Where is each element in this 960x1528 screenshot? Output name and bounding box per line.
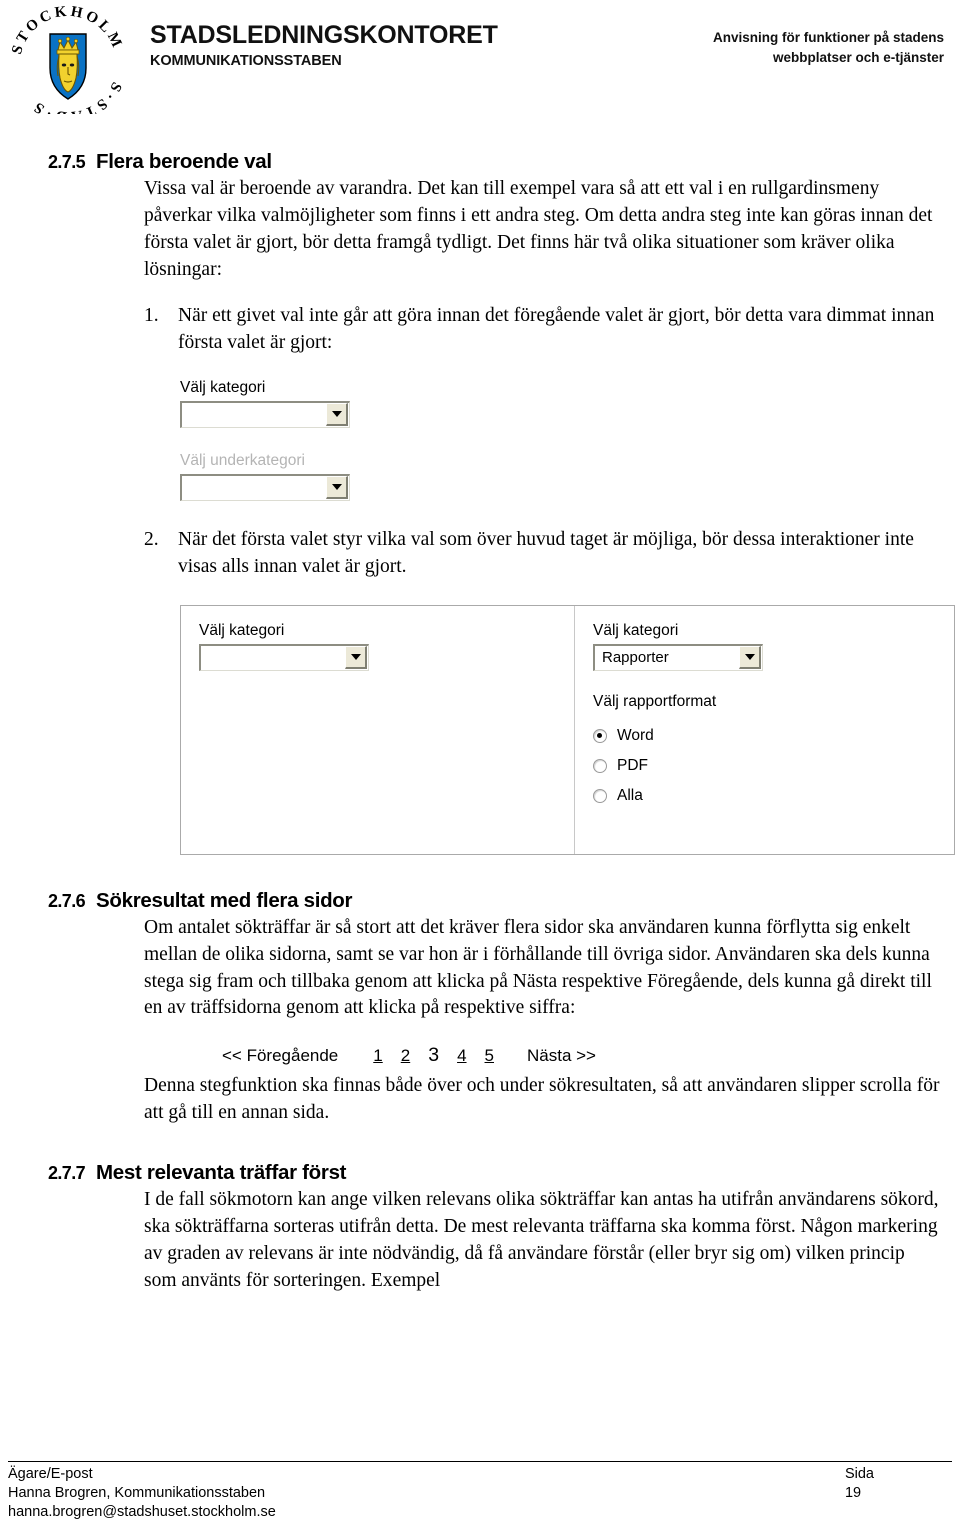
list-marker: 1. xyxy=(144,305,159,327)
section-number-277: 2.7.7 xyxy=(48,1163,86,1184)
mockup2-right-category-label: Välj kategori xyxy=(593,621,679,639)
document-title-line1: Anvisning för funktioner på stadens xyxy=(712,30,944,45)
section-heading-275: 2.7.5 Flera beroende val xyxy=(0,150,960,174)
section-275-intro: Vissa val är beroende av varandra. Det k… xyxy=(144,178,933,280)
mockup1-spacer xyxy=(180,428,410,452)
footer-owner-block: Ägare/E-post Hanna Brogren, Kommunikatio… xyxy=(8,1465,276,1522)
mockup2-right-category-value: Rapporter xyxy=(602,649,669,667)
mockup2-right-category-select[interactable]: Rapporter xyxy=(593,643,763,671)
mockup2-right-pane: Välj kategori Rapporter Välj rapportform… xyxy=(575,606,954,854)
mockup1-subcategory-label: Välj underkategori xyxy=(180,451,305,469)
mockup-dependent-dropdowns: Välj kategori Välj underkategori xyxy=(180,379,410,501)
document-content: 2.7.5 Flera beroende val Vissa val är be… xyxy=(0,122,960,1314)
section-275-list: 1. När ett givet val inte går att göra i… xyxy=(0,303,960,357)
page-header: STOCKHOLM S·STAD·S xyxy=(0,0,960,125)
chevron-down-icon[interactable] xyxy=(326,476,348,500)
chevron-down-icon[interactable] xyxy=(739,646,761,670)
footer-page-number: 19 xyxy=(844,1484,862,1501)
section-heading-277: 2.7.7 Mest relevanta träffar först xyxy=(0,1161,960,1185)
radio-icon[interactable] xyxy=(593,728,607,743)
stockholm-city-coat-of-arms-icon: STOCKHOLM S·STAD·S xyxy=(8,4,128,125)
pagination-next-link[interactable]: Nästa >> xyxy=(527,1046,596,1066)
radio-label: Word xyxy=(617,726,654,744)
pagination-page-5[interactable]: 5 xyxy=(485,1046,494,1066)
radio-label: PDF xyxy=(617,756,648,774)
section-276-after: Denna stegfunktion ska finnas både över … xyxy=(144,1075,940,1124)
pagination-page-3-current: 3 xyxy=(428,1044,440,1067)
footer-owner-email: hanna.brogren@stadshuset.stockholm.se xyxy=(8,1503,276,1520)
radio-option-alla[interactable]: Alla xyxy=(593,787,954,805)
radio-icon[interactable] xyxy=(593,788,607,803)
section-277-body: I de fall sökmotorn kan ange vilken rele… xyxy=(144,1189,939,1291)
pagination-page-2[interactable]: 2 xyxy=(401,1046,410,1066)
list-item-text: När ett givet val inte går att göra inna… xyxy=(178,305,935,354)
mockup2-format-label: Välj rapportformat xyxy=(593,692,717,710)
section-number-276: 2.7.6 xyxy=(48,890,86,911)
list-item: 1. När ett givet val inte går att göra i… xyxy=(144,303,942,357)
radio-label: Alla xyxy=(617,786,643,804)
mockup2-left-category-label: Välj kategori xyxy=(199,621,285,639)
radio-option-pdf[interactable]: PDF xyxy=(593,757,954,775)
pagination-mockup: << Föregående 1 2 3 4 5 Nästa >> xyxy=(222,1044,960,1067)
list-item-text: När det första valet styr vilka val som … xyxy=(178,528,914,577)
document-title: Anvisning för funktioner på stadens webb… xyxy=(713,28,944,69)
mockup-conditional-interactions: Välj kategori Välj kategori Rapporter Vä… xyxy=(180,604,955,855)
footer-owner-label: Ägare/E-post xyxy=(8,1465,93,1482)
mockup1-subcategory-select[interactable] xyxy=(180,473,350,501)
pagination-previous-link[interactable]: << Föregående xyxy=(222,1046,338,1066)
footer-owner-name: Hanna Brogren, Kommunikationsstaben xyxy=(8,1484,266,1501)
mockup1-category-label: Välj kategori xyxy=(180,378,266,396)
list-item: 2. När det första valet styr vilka val s… xyxy=(144,527,942,581)
chevron-down-icon[interactable] xyxy=(326,403,348,427)
radio-icon[interactable] xyxy=(593,758,607,773)
footer-page-label: Sida xyxy=(844,1465,874,1482)
organisation-block: STADSLEDNINGSKONTORET KOMMUNIKATIONSSTAB… xyxy=(150,21,498,70)
section-title-277: Mest relevanta träffar först xyxy=(96,1161,347,1185)
organisation-name: STADSLEDNINGSKONTORET xyxy=(150,21,498,49)
mockup2-format-radio-group: Word PDF Alla xyxy=(593,727,954,805)
page-footer: Ägare/E-post Hanna Brogren, Kommunikatio… xyxy=(8,1460,952,1522)
document-title-line2: webbplatser och e-tjänster xyxy=(772,50,944,66)
organisation-department: KOMMUNIKATIONSSTABEN xyxy=(150,53,342,70)
chevron-down-icon[interactable] xyxy=(345,646,367,670)
footer-page-block: Sida 19 xyxy=(845,1465,952,1522)
list-marker: 2. xyxy=(144,528,159,550)
section-title-275: Flera beroende val xyxy=(96,150,272,173)
mockup1-category-select[interactable] xyxy=(180,400,350,428)
section-275-list-2: 2. När det första valet styr vilka val s… xyxy=(0,527,960,581)
pagination-page-4[interactable]: 4 xyxy=(457,1046,466,1066)
mockup2-left-pane: Välj kategori xyxy=(181,605,575,854)
pagination-page-1[interactable]: 1 xyxy=(373,1046,382,1066)
section-title-276: Sökresultat med flera sidor xyxy=(96,888,353,912)
section-number-275: 2.7.5 xyxy=(48,152,86,172)
mockup2-left-category-select[interactable] xyxy=(199,643,369,671)
radio-option-word[interactable]: Word xyxy=(593,727,954,745)
section-heading-276: 2.7.6 Sökresultat med flera sidor xyxy=(0,889,960,913)
section-276-body: Om antalet sökträffar är så stort att de… xyxy=(144,916,932,1019)
